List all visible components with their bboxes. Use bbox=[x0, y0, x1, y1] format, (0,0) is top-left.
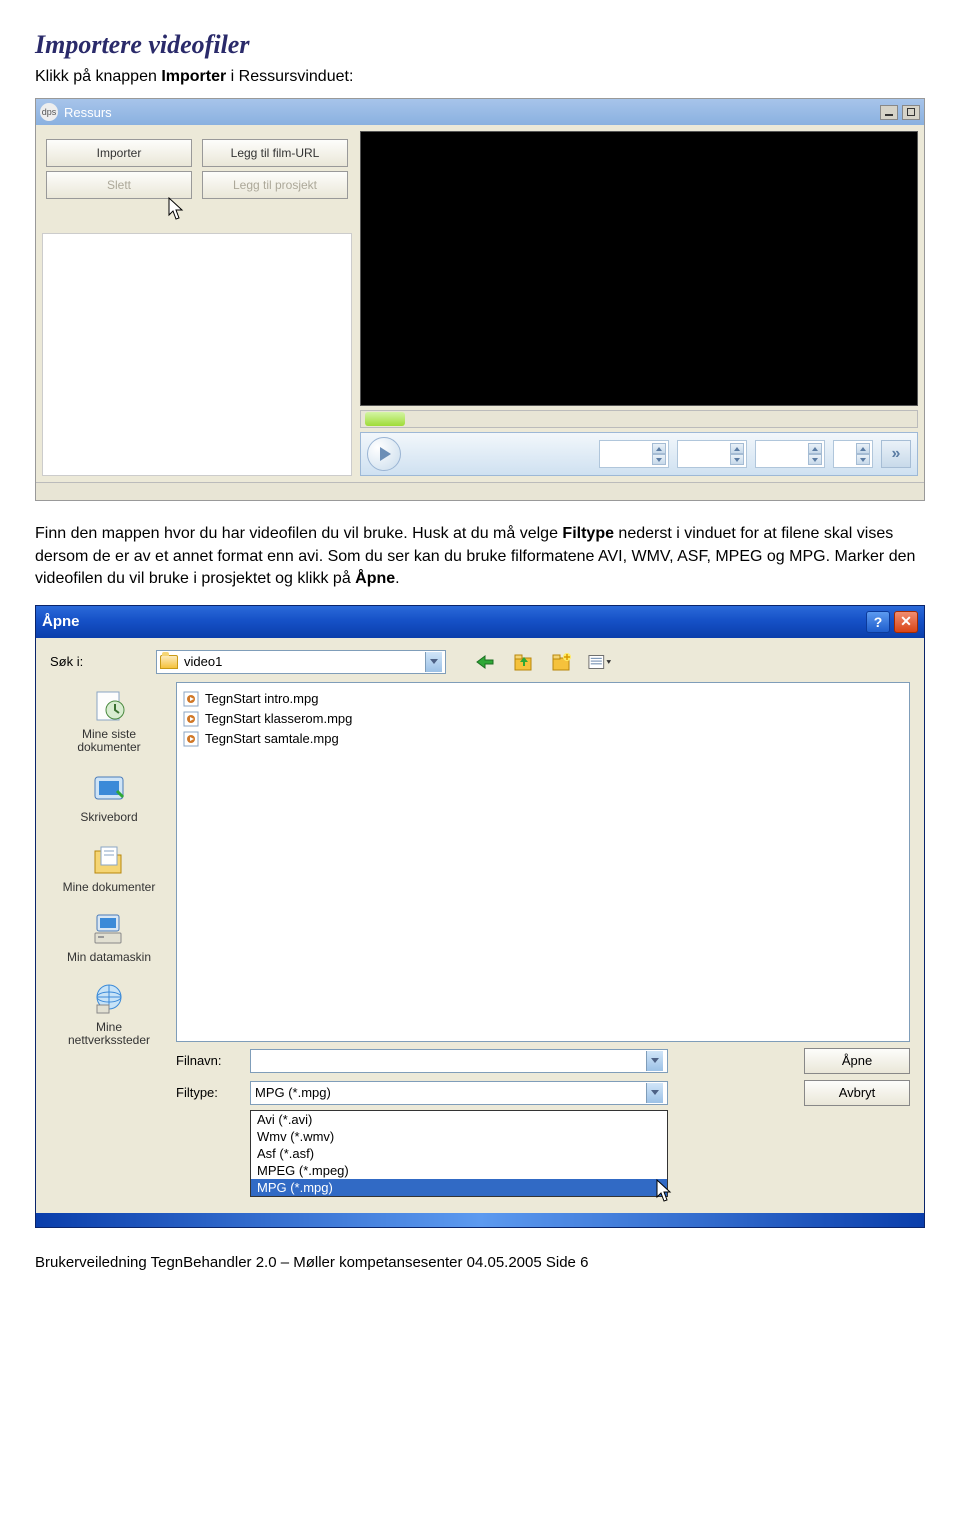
computer-icon bbox=[87, 909, 131, 949]
ressurs-titlebar: dps Ressurs bbox=[36, 99, 924, 125]
cursor-icon bbox=[656, 1179, 674, 1205]
up-folder-icon[interactable] bbox=[512, 651, 536, 673]
p2-filtype: Filtype bbox=[562, 525, 614, 542]
cursor-icon bbox=[168, 197, 186, 223]
p2-a: Finn den mappen hvor du har videofilen d… bbox=[35, 525, 562, 542]
filnavn-input[interactable] bbox=[250, 1049, 668, 1073]
ressurs-window: dps Ressurs Importer Legg til film-URL S… bbox=[35, 98, 925, 501]
video-file-icon bbox=[183, 711, 199, 727]
spinner-down-icon[interactable] bbox=[730, 454, 744, 465]
file-item[interactable]: TegnStart klasserom.mpg bbox=[183, 709, 903, 729]
slett-button[interactable]: Slett bbox=[46, 171, 192, 199]
spinner-up-icon[interactable] bbox=[730, 443, 744, 454]
video-scrubber[interactable] bbox=[360, 410, 918, 428]
spinner-down-icon[interactable] bbox=[652, 454, 666, 465]
advance-button[interactable]: » bbox=[881, 440, 911, 468]
video-file-icon bbox=[183, 691, 199, 707]
chevron-down-icon[interactable] bbox=[425, 652, 442, 672]
place-recent[interactable]: Mine siste dokumenter bbox=[54, 684, 164, 762]
file-item[interactable]: TegnStart intro.mpg bbox=[183, 689, 903, 709]
filter-option[interactable]: MPEG (*.mpeg) bbox=[251, 1162, 667, 1179]
page-footer: Brukerveiledning TegnBehandler 2.0 – Møl… bbox=[35, 1254, 925, 1271]
filter-option[interactable]: Asf (*.asf) bbox=[251, 1145, 667, 1162]
spinner-up-icon[interactable] bbox=[652, 443, 666, 454]
dialog-footer-bar bbox=[36, 1213, 924, 1227]
intro-text-bold: Importer bbox=[161, 68, 226, 85]
sok-label: Søk i: bbox=[50, 654, 146, 669]
place-desktop-label: Skrivebord bbox=[80, 811, 137, 825]
filter-option[interactable]: MPG (*.mpg) bbox=[251, 1179, 667, 1196]
page-heading: Importere videofiler bbox=[35, 30, 925, 60]
p2-e: . bbox=[395, 570, 399, 587]
time-segment-2[interactable] bbox=[677, 440, 747, 468]
horizontal-scrollbar[interactable] bbox=[36, 482, 924, 500]
open-dialog: Åpne ? ✕ Søk i: video1 bbox=[35, 605, 925, 1228]
ressurs-title-text: Ressurs bbox=[64, 105, 880, 120]
intro-paragraph: Klikk på knappen Importer i Ressursvindu… bbox=[35, 66, 925, 88]
intro-text-a: Klikk på knappen bbox=[35, 68, 161, 85]
folder-combo[interactable]: video1 bbox=[156, 650, 446, 674]
network-icon bbox=[87, 979, 131, 1019]
place-mydocs[interactable]: Mine dokumenter bbox=[54, 837, 164, 901]
file-name: TegnStart samtale.mpg bbox=[205, 731, 339, 746]
file-item[interactable]: TegnStart samtale.mpg bbox=[183, 729, 903, 749]
file-list[interactable]: TegnStart intro.mpg TegnStart klasserom.… bbox=[176, 682, 910, 1042]
filtype-combo[interactable]: MPG (*.mpg) bbox=[250, 1081, 668, 1105]
recent-docs-icon bbox=[87, 686, 131, 726]
play-button[interactable] bbox=[367, 437, 401, 471]
time-segment-4[interactable] bbox=[833, 440, 873, 468]
filter-option[interactable]: Avi (*.avi) bbox=[251, 1111, 667, 1128]
importer-button[interactable]: Importer bbox=[46, 139, 192, 167]
folder-name: video1 bbox=[184, 654, 222, 669]
filter-option[interactable]: Wmv (*.wmv) bbox=[251, 1128, 667, 1145]
filtype-dropdown[interactable]: Avi (*.avi)Wmv (*.wmv)Asf (*.asf)MPEG (*… bbox=[250, 1110, 668, 1197]
paragraph-2: Finn den mappen hvor du har videofilen d… bbox=[35, 523, 925, 590]
spinner-up-icon[interactable] bbox=[808, 443, 822, 454]
file-name: TegnStart klasserom.mpg bbox=[205, 711, 352, 726]
time-segment-3[interactable] bbox=[755, 440, 825, 468]
place-desktop[interactable]: Skrivebord bbox=[54, 767, 164, 831]
file-name: TegnStart intro.mpg bbox=[205, 691, 318, 706]
spinner-down-icon[interactable] bbox=[856, 454, 870, 465]
place-mycomp[interactable]: Min datamaskin bbox=[54, 907, 164, 971]
open-title-text: Åpne bbox=[42, 613, 866, 630]
scrubber-thumb[interactable] bbox=[365, 412, 405, 426]
chevron-down-icon[interactable] bbox=[646, 1083, 663, 1103]
minimize-button[interactable] bbox=[880, 105, 898, 120]
filtype-label: Filtype: bbox=[176, 1085, 240, 1100]
time-segment-1[interactable] bbox=[599, 440, 669, 468]
place-recent-label: Mine siste dokumenter bbox=[54, 728, 164, 756]
new-folder-icon[interactable] bbox=[550, 651, 574, 673]
filnavn-label: Filnavn: bbox=[176, 1053, 240, 1068]
desktop-icon bbox=[87, 769, 131, 809]
resource-list-pane bbox=[42, 233, 352, 476]
apne-button[interactable]: Åpne bbox=[804, 1048, 910, 1074]
avbryt-button[interactable]: Avbryt bbox=[804, 1080, 910, 1106]
place-mycomp-label: Min datamaskin bbox=[67, 951, 151, 965]
video-file-icon bbox=[183, 731, 199, 747]
spinner-up-icon[interactable] bbox=[856, 443, 870, 454]
chevron-down-icon[interactable] bbox=[646, 1051, 663, 1071]
player-controls: » bbox=[360, 432, 918, 476]
view-menu-icon[interactable] bbox=[588, 651, 612, 673]
legg-til-film-button[interactable]: Legg til film-URL bbox=[202, 139, 348, 167]
place-network-label: Mine nettverkssteder bbox=[54, 1021, 164, 1049]
spinner-down-icon[interactable] bbox=[808, 454, 822, 465]
places-bar: Mine siste dokumenter Skrivebord Mine do… bbox=[50, 682, 168, 1205]
p2-apne: Åpne bbox=[355, 570, 395, 587]
legg-til-prosjekt-button[interactable]: Legg til prosjekt bbox=[202, 171, 348, 199]
open-titlebar: Åpne ? ✕ bbox=[36, 606, 924, 638]
folder-icon bbox=[160, 655, 178, 669]
place-network[interactable]: Mine nettverkssteder bbox=[54, 977, 164, 1055]
video-preview bbox=[360, 131, 918, 406]
back-icon[interactable] bbox=[474, 651, 498, 673]
place-mydocs-label: Mine dokumenter bbox=[63, 881, 156, 895]
mydocs-icon bbox=[87, 839, 131, 879]
restore-button[interactable] bbox=[902, 105, 920, 120]
intro-text-b: i Ressursvinduet: bbox=[226, 68, 353, 85]
help-button[interactable]: ? bbox=[866, 611, 890, 633]
app-icon: dps bbox=[40, 103, 58, 121]
filtype-value: MPG (*.mpg) bbox=[255, 1085, 331, 1100]
close-button[interactable]: ✕ bbox=[894, 611, 918, 633]
